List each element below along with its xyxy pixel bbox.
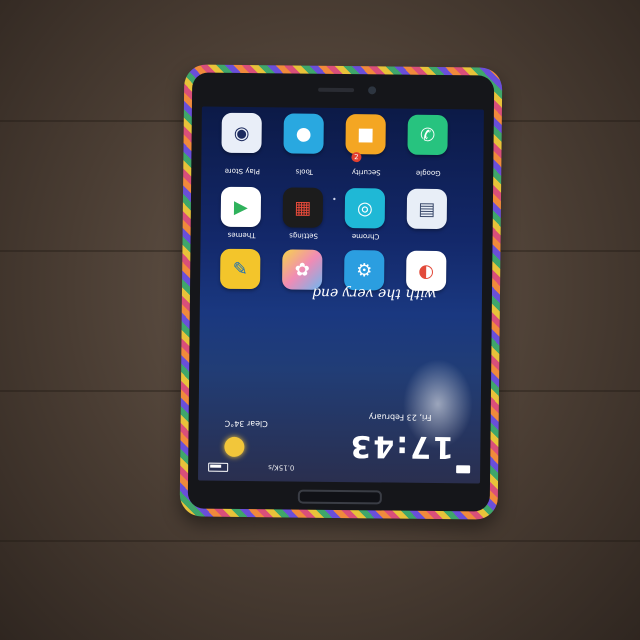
grid-icon[interactable]: ▦ xyxy=(282,187,324,228)
app-label-security: Security xyxy=(351,168,381,177)
folder-icon[interactable]: ▤ xyxy=(406,188,448,230)
signal-icon xyxy=(456,465,471,474)
app-label-play-store: Play Store xyxy=(224,166,260,176)
music-icon[interactable]: ◉ xyxy=(221,112,262,154)
gallery-icon[interactable]: ✿ xyxy=(282,249,323,290)
notes-icon[interactable]: ✎ xyxy=(220,248,261,290)
camera-icon[interactable]: ◎ xyxy=(344,188,386,229)
app-label-themes: Themes xyxy=(227,230,256,240)
phone-icon[interactable]: ✆ xyxy=(407,114,448,156)
lockscreen-clock: 17:43 xyxy=(348,428,455,465)
front-camera xyxy=(368,86,377,95)
phone-screen[interactable]: ◉ ● ■ 2 ✆ Play Store Tools Security Goog… xyxy=(198,106,484,484)
battery-icon xyxy=(208,462,229,472)
sun-icon xyxy=(224,436,245,457)
app-label-tools: Tools xyxy=(295,167,313,176)
play-store-icon[interactable]: ▶ xyxy=(220,186,262,228)
phone-body: ◉ ● ■ 2 ✆ Play Store Tools Security Goog… xyxy=(187,72,495,512)
network-speed: 0.15K/s xyxy=(268,463,295,472)
weather-status: Clear 34°C xyxy=(224,418,268,429)
app-label-google: Google xyxy=(415,168,441,178)
chat-bubble-icon[interactable]: ● xyxy=(283,113,324,154)
wallpaper-handwriting: with the very end xyxy=(311,284,437,302)
home-button[interactable] xyxy=(297,489,382,505)
phone-case: ◉ ● ■ 2 ✆ Play Store Tools Security Goog… xyxy=(179,64,503,520)
lockscreen-date: Fri, 23 February xyxy=(368,412,432,422)
app-label-chrome: Chrome xyxy=(351,232,380,241)
shield-icon[interactable]: ■ xyxy=(345,114,386,155)
earpiece-speaker xyxy=(318,87,355,93)
notification-badge: 2 xyxy=(351,152,362,163)
floor-line xyxy=(0,540,640,542)
app-label-settings: Settings xyxy=(289,231,318,240)
